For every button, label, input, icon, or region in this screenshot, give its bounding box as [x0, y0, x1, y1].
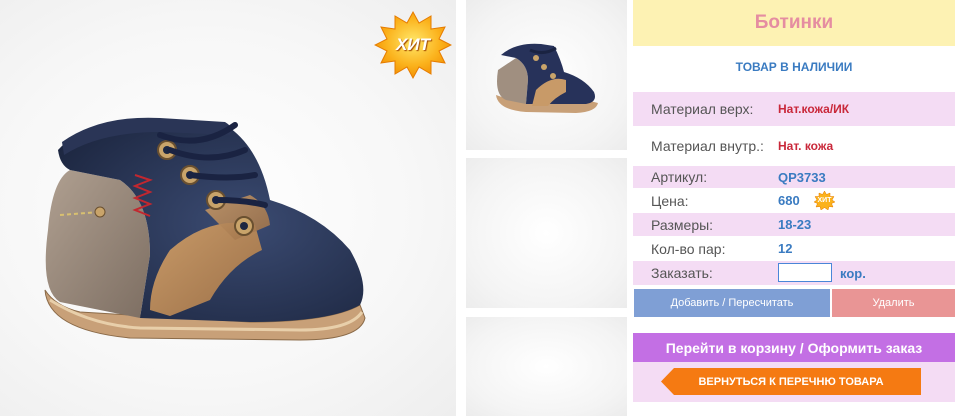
main-product-image[interactable]: ХИТ [0, 0, 456, 416]
product-page: ХИТ Ботинки ТОВАР В НАЛИЧИИ Материал вер… [0, 0, 955, 416]
hit-badge-label: ХИТ [396, 35, 430, 54]
spec-value: 18-23 [778, 217, 812, 232]
spec-value: Нат.кожа/ИК [778, 102, 850, 116]
spec-row-sizes: Размеры: 18-23 [633, 213, 955, 236]
thumbnail-1[interactable] [466, 0, 627, 150]
thumbnail-3[interactable] [466, 317, 627, 416]
spec-row-material-inner: Материал внутр.: Нат. кожа [633, 130, 955, 162]
delete-button[interactable]: Удалить [832, 289, 955, 317]
spec-row-price: Цена: 680 ХИТ [633, 189, 955, 212]
quantity-unit: кор. [840, 265, 866, 281]
back-button-area: ВЕРНУТЬСЯ К ПЕРЕЧНЮ ТОВАРА [633, 362, 955, 402]
product-title-box: Ботинки [633, 0, 955, 46]
spec-value: Нат. кожа [778, 139, 834, 153]
hit-badge: ХИТ [373, 10, 453, 80]
spec-label: Материал верх: [651, 101, 754, 117]
back-to-list-label: ВЕРНУТЬСЯ К ПЕРЕЧНЮ ТОВАРА [698, 375, 884, 388]
hit-mini-badge: ХИТ [813, 190, 836, 211]
order-label: Заказать: [651, 265, 713, 281]
boot-thumbnail-illustration [496, 43, 598, 113]
spec-label: Артикул: [651, 169, 708, 185]
spec-value: QP3733 [778, 169, 826, 185]
spec-label: Цена: [651, 192, 689, 209]
spec-label: Размеры: [651, 216, 714, 233]
hit-mini-label: ХИТ [817, 197, 832, 204]
thumbnail-column [466, 0, 627, 416]
thumbnail-2[interactable] [466, 158, 627, 308]
product-info-panel: Ботинки ТОВАР В НАЛИЧИИ Материал верх: Н… [633, 0, 955, 416]
order-row: Заказать: кор. [633, 261, 955, 285]
quantity-input[interactable] [778, 263, 832, 282]
spec-row-article: Артикул: QP3733 [633, 166, 955, 188]
back-to-list-button[interactable]: ВЕРНУТЬСЯ К ПЕРЕЧНЮ ТОВАРА [661, 368, 921, 395]
go-to-cart-button[interactable]: Перейти в корзину / Оформить заказ [633, 333, 955, 362]
add-recalculate-button[interactable]: Добавить / Пересчитать [634, 289, 830, 317]
spec-label: Материал внутр.: [651, 138, 764, 154]
spec-row-pairs: Кол-во пар: 12 [633, 237, 955, 260]
price-value: 680 [778, 193, 800, 208]
spec-value: 12 [778, 241, 793, 256]
product-title: Ботинки [754, 12, 834, 33]
spec-label: Кол-во пар: [651, 240, 726, 257]
stock-status: ТОВАР В НАЛИЧИИ [735, 60, 853, 74]
spec-row-material-upper: Материал верх: Нат.кожа/ИК [633, 92, 955, 126]
